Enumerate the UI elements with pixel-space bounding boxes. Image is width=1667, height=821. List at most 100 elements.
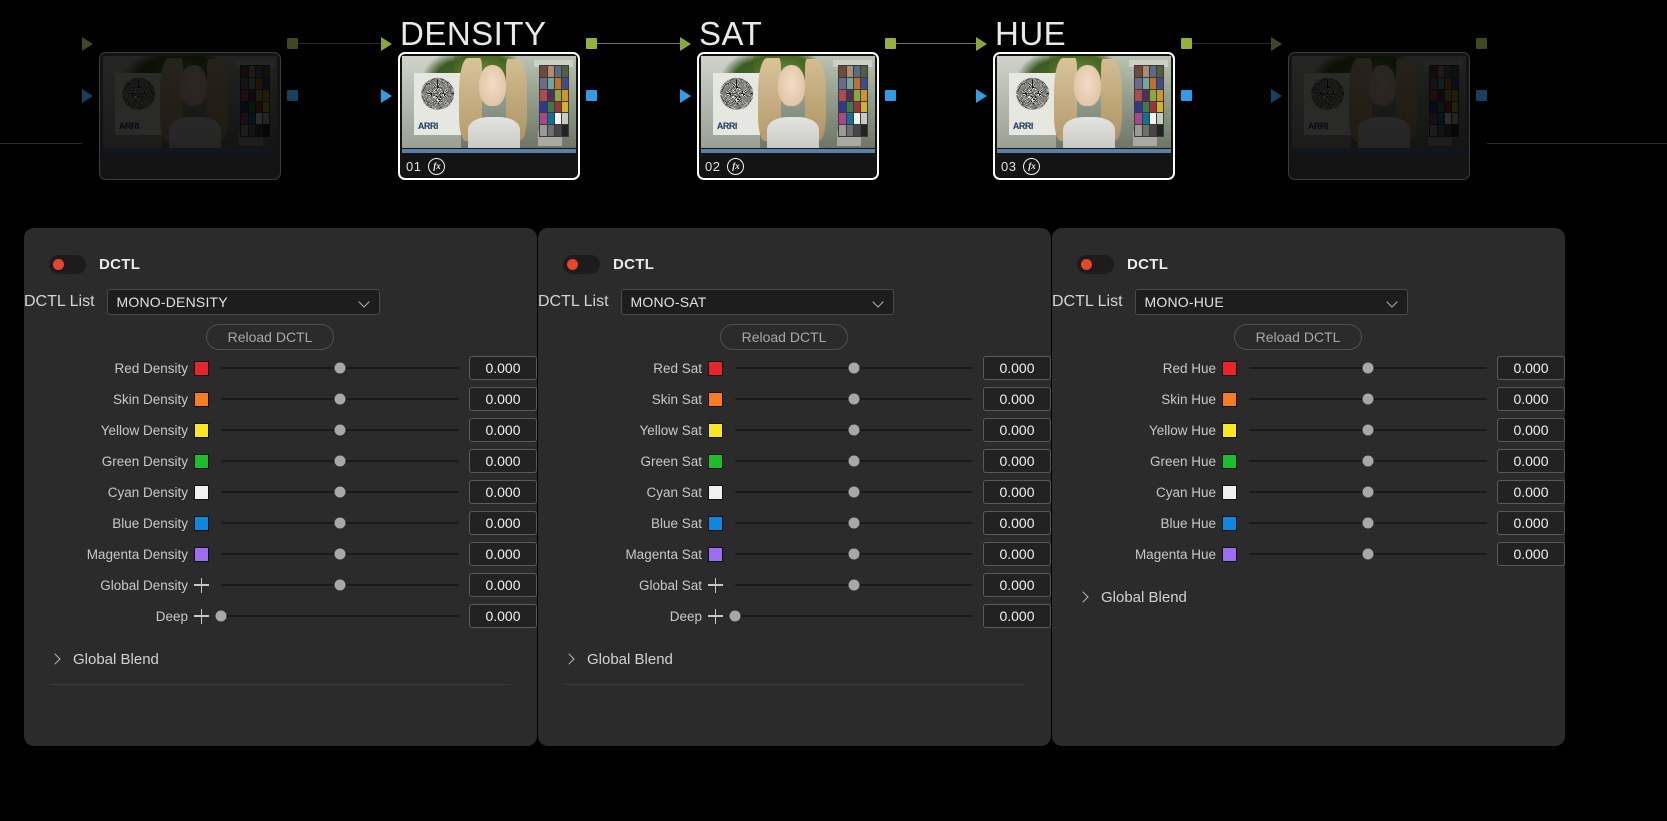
node-hue-output-rgb[interactable] [1181,38,1192,49]
slider-value-field[interactable]: 0.000 [983,449,1051,473]
node-source-output-key[interactable] [287,90,298,101]
slider-value-field[interactable]: 0.000 [469,356,537,380]
color-swatch-blue[interactable] [1222,515,1237,531]
slider-handle[interactable] [334,362,346,374]
slider-handle[interactable] [1362,486,1374,498]
slider-value-field[interactable]: 0.000 [469,418,537,442]
slider-value-field[interactable]: 0.000 [983,480,1051,504]
color-swatch-yellow[interactable] [194,422,209,438]
slider-value-field[interactable]: 0.000 [469,511,537,535]
color-swatch-blue[interactable] [194,515,209,531]
slider-value-field[interactable]: 0.000 [1497,449,1565,473]
node-sat-input-rgb[interactable] [680,37,691,51]
slider-handle[interactable] [1362,517,1374,529]
node-hue[interactable]: ARRI 03 fx [993,52,1175,180]
slider-handle[interactable] [1362,424,1374,436]
color-swatch-magenta[interactable] [1222,546,1237,562]
slider-value-field[interactable]: 0.000 [983,573,1051,597]
panel-hue-enable-toggle[interactable] [1077,255,1114,274]
node-graph[interactable]: ARRI DENSITY ARRI 01 fx SAT ARRI 02 fx HUE ARRI 03 f… [0,0,1667,215]
slider-handle[interactable] [1362,455,1374,467]
color-swatch-skin[interactable] [708,391,723,407]
slider-handle[interactable] [334,393,346,405]
panel-density-enable-toggle[interactable] [49,255,86,274]
node-density-input-rgb[interactable] [381,37,392,51]
slider-handle[interactable] [334,424,346,436]
node-sat-output-key[interactable] [885,90,896,101]
node-source[interactable]: ARRI [99,52,281,180]
slider-track[interactable] [1249,386,1487,412]
color-swatch-cyan[interactable] [708,484,723,500]
node-output[interactable]: ARRI [1288,52,1470,180]
node-output-output-key[interactable] [1476,90,1487,101]
slider-handle[interactable] [848,393,860,405]
color-swatch-magenta[interactable] [194,546,209,562]
slider-handle[interactable] [334,517,346,529]
slider-track[interactable] [1249,355,1487,381]
slider-track[interactable] [221,541,459,567]
slider-value-field[interactable]: 0.000 [469,604,537,628]
panel-hue-reload-dctl-button[interactable]: Reload DCTL [1234,324,1362,350]
slider-value-field[interactable]: 0.000 [469,573,537,597]
color-swatch-green[interactable] [1222,453,1237,469]
slider-handle[interactable] [334,455,346,467]
slider-value-field[interactable]: 0.000 [1497,418,1565,442]
slider-track[interactable] [735,355,973,381]
panel-hue-dctl-list-dropdown[interactable]: MONO-HUE [1134,289,1408,315]
panel-density-global-blend-row[interactable]: Global Blend [50,651,537,668]
node-source-output-rgb[interactable] [287,38,298,49]
slider-track[interactable] [221,386,459,412]
slider-value-field[interactable]: 0.000 [1497,511,1565,535]
node-hue-output-key[interactable] [1181,90,1192,101]
node-output-output-rgb[interactable] [1476,38,1487,49]
panel-sat-global-blend-row[interactable]: Global Blend [564,651,1051,668]
color-swatch-yellow[interactable] [1222,422,1237,438]
slider-track[interactable] [221,510,459,536]
slider-value-field[interactable]: 0.000 [983,604,1051,628]
slider-track[interactable] [221,417,459,443]
slider-handle[interactable] [848,424,860,436]
slider-track[interactable] [735,510,973,536]
slider-value-field[interactable]: 0.000 [469,480,537,504]
slider-track[interactable] [1249,541,1487,567]
color-swatch-magenta[interactable] [708,546,723,562]
color-swatch-red[interactable] [194,360,209,376]
panel-sat-dctl-list-dropdown[interactable]: MONO-SAT [620,289,894,315]
slider-track[interactable] [1249,417,1487,443]
slider-handle[interactable] [334,486,346,498]
slider-handle[interactable] [334,548,346,560]
color-swatch-blue[interactable] [708,515,723,531]
slider-handle[interactable] [729,610,741,622]
slider-track[interactable] [735,448,973,474]
slider-value-field[interactable]: 0.000 [983,511,1051,535]
slider-handle[interactable] [848,362,860,374]
slider-value-field[interactable]: 0.000 [983,542,1051,566]
slider-handle[interactable] [1362,393,1374,405]
node-sat[interactable]: ARRI 02 fx [697,52,879,180]
node-sat-input-key[interactable] [680,89,691,103]
color-swatch-green[interactable] [194,453,209,469]
node-source-input-key[interactable] [82,89,93,103]
node-hue-input-key[interactable] [976,89,987,103]
slider-track[interactable] [1249,448,1487,474]
slider-value-field[interactable]: 0.000 [469,387,537,411]
slider-value-field[interactable]: 0.000 [983,356,1051,380]
slider-track[interactable] [735,417,973,443]
node-output-input-rgb[interactable] [1271,37,1282,51]
slider-track[interactable] [221,355,459,381]
slider-handle[interactable] [848,455,860,467]
slider-handle[interactable] [334,579,346,591]
node-density-input-key[interactable] [381,89,392,103]
slider-handle[interactable] [1362,548,1374,560]
color-swatch-cyan[interactable] [1222,484,1237,500]
node-density-output-rgb[interactable] [586,38,597,49]
slider-handle[interactable] [848,548,860,560]
color-swatch-skin[interactable] [1222,391,1237,407]
color-swatch-yellow[interactable] [708,422,723,438]
slider-value-field[interactable]: 0.000 [983,387,1051,411]
panel-hue-global-blend-row[interactable]: Global Blend [1078,589,1565,606]
color-swatch-red[interactable] [1222,360,1237,376]
color-swatch-cyan[interactable] [194,484,209,500]
color-swatch-skin[interactable] [194,391,209,407]
slider-handle[interactable] [848,486,860,498]
